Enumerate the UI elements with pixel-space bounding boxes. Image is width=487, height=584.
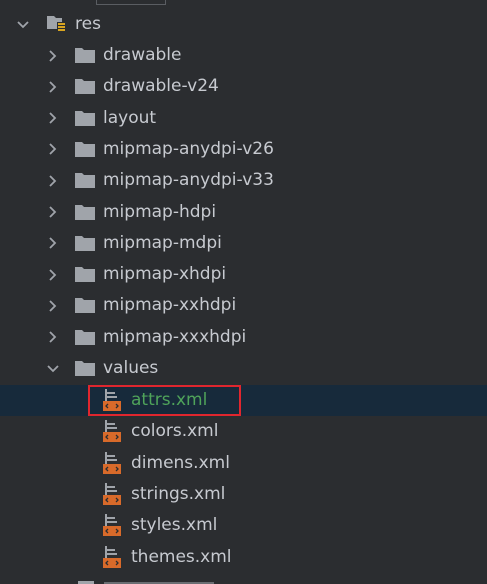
- tree-item-folder[interactable]: drawable-v24: [0, 71, 487, 102]
- chevron-right-icon[interactable]: [44, 140, 62, 158]
- tree-item-label: colors.xml: [131, 421, 219, 442]
- tree-item-file[interactable]: strings.xml: [0, 479, 487, 510]
- tree-item-label: mipmap-anydpi-v33: [103, 170, 274, 191]
- tree-item-folder[interactable]: drawable: [0, 40, 487, 71]
- xml-file-icon: [102, 419, 122, 443]
- tree-item-label: mipmap-xhdpi: [103, 264, 227, 285]
- tree-item-label: mipmap-mdpi: [103, 232, 222, 253]
- previous-item-edge: [96, 0, 166, 5]
- chevron-down-icon[interactable]: [14, 16, 32, 34]
- folder-icon: [74, 234, 96, 252]
- tree-item-file[interactable]: attrs.xml: [0, 385, 487, 416]
- tree-item-folder[interactable]: mipmap-xxhdpi: [0, 290, 487, 321]
- tree-item-label: mipmap-anydpi-v26: [103, 138, 274, 159]
- xml-file-icon: [102, 513, 122, 537]
- folder-icon: [74, 203, 96, 221]
- xml-file-icon: [102, 545, 122, 569]
- folder-icon: [74, 46, 96, 64]
- tree-item-folder[interactable]: mipmap-xxxhdpi: [0, 322, 487, 353]
- tree-item-file[interactable]: dimens.xml: [0, 448, 487, 479]
- xml-file-icon: [102, 451, 122, 475]
- chevron-right-icon[interactable]: [44, 78, 62, 96]
- tree-item-folder[interactable]: mipmap-anydpi-v26: [0, 134, 487, 165]
- tree-item-file[interactable]: styles.xml: [0, 510, 487, 541]
- folder-icon: [74, 328, 96, 346]
- tree-item-label: drawable: [103, 45, 182, 65]
- chevron-right-icon[interactable]: [44, 234, 62, 252]
- folder-icon: [74, 296, 96, 314]
- tree-item-file[interactable]: colors.xml: [0, 416, 487, 447]
- tree-item-folder[interactable]: mipmap-xhdpi: [0, 259, 487, 290]
- chevron-right-icon[interactable]: [44, 297, 62, 315]
- project-tree: res drawable drawable-v24 layout mipmap-any…: [0, 0, 487, 584]
- tree-item-file[interactable]: themes.xml: [0, 542, 487, 573]
- next-item-edge: [78, 572, 218, 584]
- tree-item-label: themes.xml: [131, 546, 232, 567]
- tree-item-folder[interactable]: mipmap-hdpi: [0, 197, 487, 228]
- tree-item-label: strings.xml: [131, 483, 226, 504]
- chevron-down-icon[interactable]: [44, 360, 62, 378]
- xml-file-icon: [102, 482, 122, 506]
- folder-icon: [74, 109, 96, 127]
- tree-item-label: styles.xml: [131, 515, 218, 536]
- chevron-right-icon[interactable]: [44, 203, 62, 221]
- folder-icon: [74, 171, 96, 189]
- tree-item-label: mipmap-hdpi: [103, 201, 217, 222]
- folder-icon: [74, 140, 96, 158]
- tree-item-label: mipmap-xxhdpi: [103, 295, 237, 316]
- tree-item-label: dimens.xml: [131, 452, 230, 473]
- tree-item-label: values: [103, 358, 159, 378]
- tree-item-label: layout: [103, 107, 157, 128]
- tree-item-folder[interactable]: layout: [0, 103, 487, 134]
- folder-icon: [74, 265, 96, 283]
- tree-item-label: res: [75, 14, 101, 34]
- chevron-right-icon[interactable]: [44, 328, 62, 346]
- tree-item-values[interactable]: values: [0, 353, 487, 384]
- tree-item-folder[interactable]: mipmap-mdpi: [0, 228, 487, 259]
- tree-item-folder[interactable]: mipmap-anydpi-v33: [0, 165, 487, 196]
- tree-item-label: mipmap-xxxhdpi: [103, 326, 247, 347]
- resource-folder-icon: [46, 14, 68, 33]
- folder-icon: [74, 77, 96, 95]
- chevron-right-icon[interactable]: [44, 266, 62, 284]
- folder-icon: [74, 359, 96, 377]
- tree-item-res[interactable]: res: [0, 9, 487, 40]
- highlight-annotation: [88, 385, 241, 416]
- chevron-right-icon[interactable]: [44, 172, 62, 190]
- chevron-right-icon[interactable]: [44, 109, 62, 127]
- chevron-right-icon[interactable]: [44, 47, 62, 65]
- tree-item-label: drawable-v24: [103, 76, 219, 97]
